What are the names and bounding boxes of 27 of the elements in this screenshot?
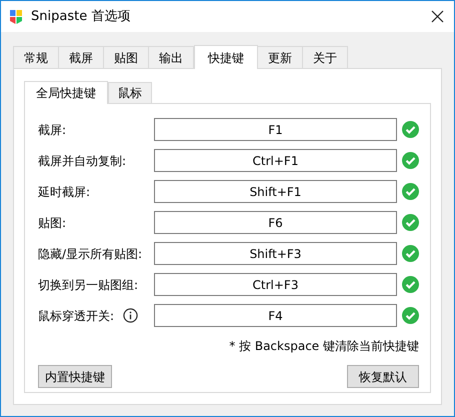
shortcut-label: 鼠标穿透开关: bbox=[38, 308, 114, 324]
shortcut-field[interactable]: Shift+F3 bbox=[154, 242, 397, 265]
tab[interactable]: 快捷键 bbox=[194, 45, 258, 69]
tab[interactable]: 关于 bbox=[302, 46, 348, 68]
tab[interactable]: 输出 bbox=[148, 46, 194, 68]
shortcut-label: 截屏并自动复制: bbox=[38, 152, 126, 170]
shortcut-field[interactable]: Shift+F1 bbox=[154, 180, 397, 203]
hint-text: * 按 Backspace 键清除当前快捷键 bbox=[229, 338, 419, 355]
subtab[interactable]: 鼠标 bbox=[108, 82, 152, 103]
shortcut-label: 延时截屏: bbox=[38, 184, 90, 200]
window-title: Snipaste 首选项 bbox=[31, 8, 130, 26]
action-button[interactable]: 恢复默认 bbox=[347, 365, 419, 388]
shortcut-label: 切换到另一贴图组: bbox=[38, 276, 138, 294]
shortcut-label: 截屏: bbox=[38, 122, 66, 138]
info-icon[interactable] bbox=[123, 308, 138, 323]
app-logo-icon bbox=[10, 10, 22, 24]
shortcut-field[interactable]: F4 bbox=[154, 304, 397, 327]
close-icon[interactable] bbox=[431, 10, 444, 23]
shortcut-label: 隐藏/显示所有贴图: bbox=[38, 246, 142, 262]
shortcut-field[interactable]: F1 bbox=[154, 118, 397, 141]
action-button[interactable]: 内置快捷键 bbox=[38, 365, 112, 388]
shortcut-field[interactable]: F6 bbox=[154, 211, 397, 234]
shortcut-field[interactable]: Ctrl+F3 bbox=[154, 273, 397, 296]
shortcut-field[interactable]: Ctrl+F1 bbox=[154, 149, 397, 172]
subtab[interactable]: 全局快捷键 bbox=[24, 81, 108, 104]
shortcut-label: 贴图: bbox=[38, 214, 66, 232]
tab[interactable]: 常规 bbox=[13, 46, 59, 68]
